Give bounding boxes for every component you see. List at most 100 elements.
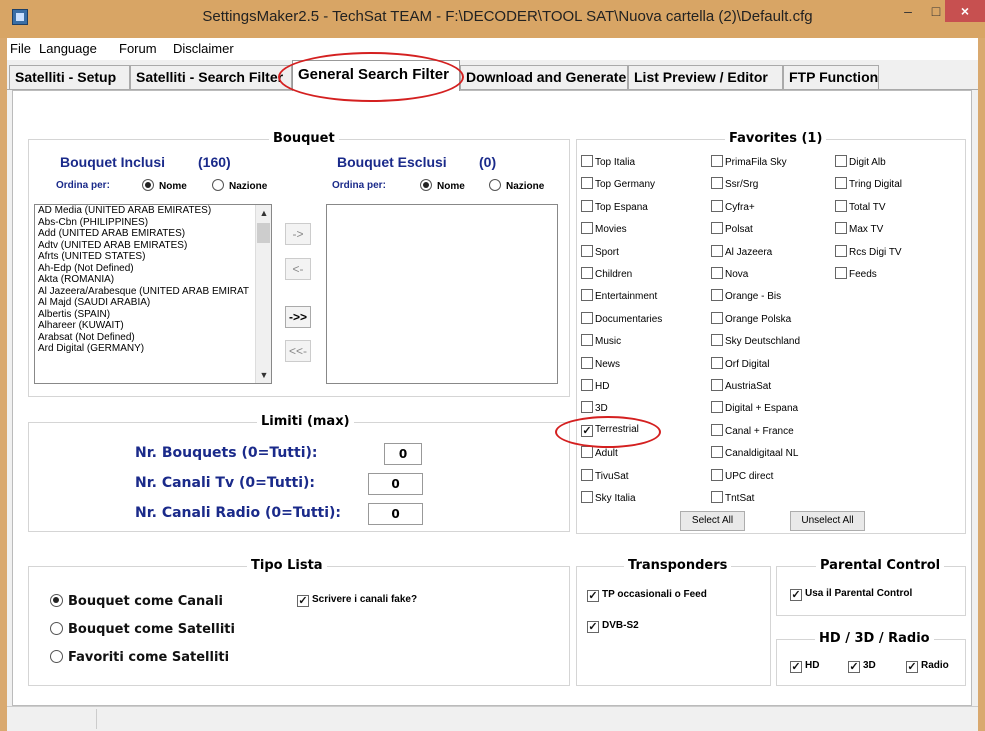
favorite-checkbox[interactable]: Top Italia [581, 155, 635, 168]
radio-checkbox[interactable]: ✓ Radio [906, 660, 949, 673]
minimize-button[interactable]: – [894, 0, 922, 22]
tipo-bouquet-satelliti[interactable]: Bouquet come Satelliti [50, 622, 235, 637]
tp-occasionali-checkbox[interactable]: ✓ TP occasionali o Feed [587, 589, 707, 602]
favorite-checkbox[interactable]: Documentaries [581, 311, 662, 325]
favorite-checkbox[interactable]: Top Espana [581, 199, 648, 213]
limit-canali-tv-input[interactable]: 0 [368, 473, 423, 495]
list-item[interactable]: Akta (ROMANIA) [35, 274, 271, 286]
limit-canali-radio-input[interactable]: 0 [368, 503, 423, 525]
menu-disclaimer[interactable]: Disclaimer [173, 41, 234, 56]
favorite-checkbox[interactable]: Canaldigitaal NL [711, 446, 798, 459]
favorite-label: AustriaSat [725, 381, 772, 392]
favorite-checkbox[interactable]: Digit Alb [835, 155, 886, 168]
list-item[interactable]: Al Jazeera/Arabesque (UNITED ARAB EMIRAT [35, 286, 271, 298]
list-item[interactable]: Al Majd (SAUDI ARABIA) [35, 297, 271, 309]
list-item[interactable]: Abs-Cbn (PHILIPPINES) [35, 217, 271, 229]
favorite-checkbox[interactable]: Top Germany [581, 177, 655, 190]
favorite-checkbox[interactable]: PrimaFila Sky [711, 155, 787, 168]
favorite-checkbox[interactable]: UPC direct [711, 468, 773, 482]
dvb-s2-checkbox[interactable]: ✓ DVB-S2 [587, 620, 639, 633]
favorite-checkbox[interactable]: Sky Italia [581, 491, 636, 504]
tab-satelliti-search-filter[interactable]: Satelliti - Search Filter [130, 65, 292, 89]
favorite-label: Feeds [849, 269, 877, 280]
parental-checkbox[interactable]: ✓ Usa il Parental Control [790, 588, 912, 601]
scroll-up-icon[interactable]: ▲ [256, 205, 271, 221]
menu-forum[interactable]: Forum [119, 41, 157, 56]
favorite-checkbox[interactable]: Orange - Bis [711, 289, 781, 302]
menu-file[interactable]: File [10, 41, 31, 56]
scroll-thumb[interactable] [257, 223, 270, 243]
tp-occasionali-label: TP occasionali o Feed [602, 589, 707, 600]
move-left-button[interactable]: <- [285, 258, 311, 280]
favorite-label: Entertainment [595, 291, 658, 303]
favorite-checkbox[interactable]: Feeds [835, 267, 877, 280]
scroll-down-icon[interactable]: ▼ [256, 367, 271, 383]
checkbox-icon [581, 334, 593, 347]
esclusi-sort-nome[interactable]: Nome [420, 179, 465, 192]
favorite-checkbox[interactable]: Nova [711, 267, 748, 280]
tab-list-preview-editor[interactable]: List Preview / Editor [628, 65, 783, 89]
esclusi-sort-nazione[interactable]: Nazione [489, 179, 544, 192]
favorite-checkbox[interactable]: Tring Digital [835, 177, 902, 190]
bouquet-esclusi-list[interactable] [326, 204, 558, 384]
checkmark-icon: ✓ [587, 621, 599, 633]
favorite-checkbox[interactable]: Movies [581, 222, 627, 235]
unselect-all-button[interactable]: Unselect All [790, 511, 865, 531]
favorite-checkbox[interactable]: Canal + France [711, 423, 794, 437]
list-scrollbar[interactable]: ▲ ▼ [255, 205, 271, 383]
tipo-bouquet-canali[interactable]: Bouquet come Canali [50, 594, 223, 609]
favorite-checkbox[interactable]: Total TV [835, 199, 886, 213]
favorite-checkbox[interactable]: 3D [581, 401, 608, 414]
favorite-checkbox[interactable]: Ssr/Srg [711, 177, 758, 190]
tab-satelliti-setup[interactable]: Satelliti - Setup [9, 65, 130, 89]
inclusi-sort-nazione[interactable]: Nazione [212, 179, 267, 192]
tipo-favoriti-satelliti[interactable]: Favoriti come Satelliti [50, 650, 229, 665]
favorite-label: Digital + Espana [725, 403, 799, 415]
favorite-checkbox[interactable]: Al Jazeera [711, 244, 772, 258]
select-all-button[interactable]: Select All [680, 511, 745, 531]
favorite-checkbox[interactable]: Orange Polska [711, 311, 791, 325]
favorite-checkbox[interactable]: HD [581, 379, 609, 392]
move-right-button[interactable]: -> [285, 223, 311, 245]
tab-download-generate[interactable]: Download and Generate [460, 65, 628, 89]
favorite-checkbox[interactable]: TivuSat [581, 468, 629, 482]
fake-channels-checkbox[interactable]: ✓ Scrivere i canali fake? [297, 594, 417, 607]
close-button[interactable]: × [945, 0, 985, 22]
favorite-checkbox[interactable]: News [581, 356, 620, 370]
favorite-checkbox[interactable]: Cyfra+ [711, 199, 755, 213]
favorite-checkbox[interactable]: Polsat [711, 222, 753, 235]
title-bar: SettingsMaker2.5 - TechSat TEAM - F:\DEC… [0, 0, 985, 38]
menu-language[interactable]: Language [39, 41, 97, 56]
list-item[interactable]: Adtv (UNITED ARAB EMIRATES) [35, 240, 271, 252]
favorite-checkbox[interactable]: TntSat [711, 491, 754, 504]
favorite-checkbox[interactable]: Music [581, 334, 621, 347]
favorite-checkbox[interactable]: Entertainment [581, 289, 657, 302]
favorite-checkbox[interactable]: AustriaSat [711, 379, 771, 392]
favorite-checkbox[interactable]: Rcs Digi TV [835, 244, 902, 258]
favorite-checkbox[interactable]: Sport [581, 244, 619, 258]
list-item[interactable]: AD Media (UNITED ARAB EMIRATES) [35, 205, 271, 217]
list-item[interactable]: Afrts (UNITED STATES) [35, 251, 271, 263]
move-all-left-button[interactable]: <<- [285, 340, 311, 362]
hd-checkbox[interactable]: ✓ HD [790, 660, 819, 673]
favorite-checkbox[interactable]: Sky Deutschland [711, 334, 800, 347]
favorite-checkbox[interactable]: Children [581, 267, 632, 280]
list-item[interactable]: Albertis (SPAIN) [35, 309, 271, 321]
list-item[interactable]: Ah-Edp (Not Defined) [35, 263, 271, 275]
favorite-checkbox[interactable]: Digital + Espana [711, 401, 798, 414]
fake-channels-label: Scrivere i canali fake? [312, 594, 418, 605]
checkbox-icon [711, 423, 723, 436]
list-item[interactable]: Ard Digital (GERMANY) [35, 343, 271, 355]
list-item[interactable]: Add (UNITED ARAB EMIRATES) [35, 228, 271, 240]
favorite-checkbox[interactable]: Adult [581, 446, 618, 459]
move-all-right-button[interactable]: ->> [285, 306, 311, 328]
bouquet-inclusi-list[interactable]: AD Media (UNITED ARAB EMIRATES) Abs-Cbn (… [34, 204, 272, 384]
favorite-checkbox[interactable]: Max TV [835, 222, 883, 235]
list-item[interactable]: Alhareer (KUWAIT) [35, 320, 271, 332]
tab-ftp-function[interactable]: FTP Function [783, 65, 879, 89]
favorite-checkbox[interactable]: Orf Digital [711, 356, 769, 370]
list-item[interactable]: Arabsat (Not Defined) [35, 332, 271, 344]
inclusi-sort-nome[interactable]: Nome [142, 179, 187, 192]
limit-bouquets-input[interactable]: 0 [384, 443, 422, 465]
3d-checkbox[interactable]: ✓ 3D [848, 660, 876, 673]
